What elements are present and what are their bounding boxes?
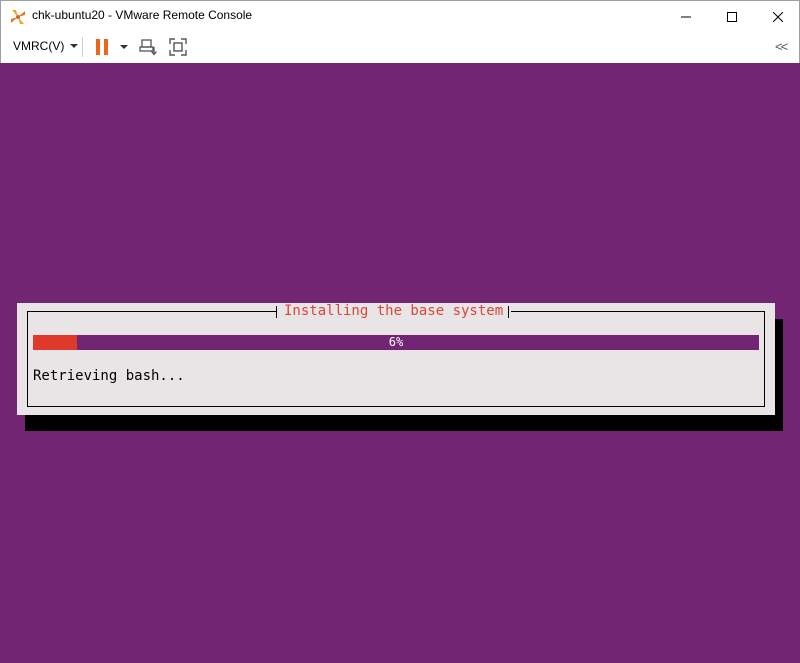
- close-icon: [773, 11, 783, 22]
- maximize-button[interactable]: [709, 1, 755, 32]
- pause-button[interactable]: [96, 39, 110, 55]
- vmrc-menu-label: VMRC(V): [13, 39, 65, 53]
- close-button[interactable]: [755, 1, 800, 32]
- dialog-title: Installing the base system: [276, 303, 512, 320]
- toolbar-divider: [82, 37, 83, 57]
- maximize-icon: [727, 11, 737, 22]
- vm-console[interactable]: Installing the base system 6% Retrieving…: [0, 63, 800, 663]
- progress-percent: 6%: [388, 335, 404, 349]
- window-titlebar: chk-ubuntu20 - VMware Remote Console: [0, 0, 800, 31]
- vmrc-menu-button[interactable]: VMRC(V): [13, 39, 79, 53]
- status-text: Retrieving bash...: [33, 368, 185, 384]
- installer-screen: Installing the base system 6% Retrieving…: [0, 63, 800, 663]
- send-ctrl-alt-del-icon[interactable]: [138, 37, 158, 57]
- vmrc-toolbar: VMRC(V) <<: [0, 31, 800, 63]
- minimize-icon: [681, 16, 691, 17]
- installer-dialog: Installing the base system 6% Retrieving…: [17, 303, 775, 415]
- pause-icon: [96, 39, 100, 55]
- collapse-toolbar-button[interactable]: <<: [775, 39, 788, 54]
- title-divider-left: [276, 306, 277, 318]
- vmware-pinwheel-icon: [11, 10, 25, 24]
- window-title: chk-ubuntu20 - VMware Remote Console: [32, 8, 253, 22]
- minimize-button[interactable]: [663, 1, 709, 32]
- pause-menu-chevron-icon[interactable]: [120, 45, 128, 49]
- fullscreen-icon[interactable]: [168, 37, 188, 57]
- dialog-frame: [27, 311, 765, 407]
- title-divider-right: [508, 306, 509, 318]
- progress-bar: 6%: [33, 335, 759, 350]
- chevron-down-icon: [70, 44, 79, 48]
